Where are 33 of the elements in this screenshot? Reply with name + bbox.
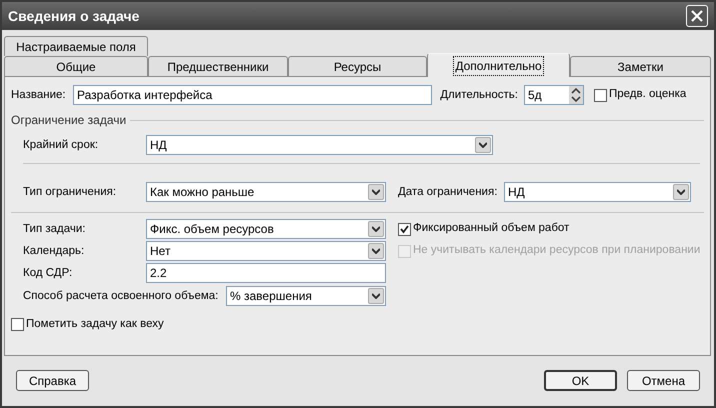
tab[interactable]: Дополнительно [427, 53, 570, 77]
tab[interactable]: Настраиваемые поля [4, 36, 148, 56]
checkbox-label: Предв. оценка [609, 87, 686, 102]
field-label: Название: [11, 88, 67, 103]
window-title: Сведения о задаче [8, 6, 140, 26]
group-title: Ограничение задачи [11, 112, 126, 129]
help-button[interactable]: Справка [16, 370, 89, 391]
input-field[interactable]: Разработка интерфейса [73, 85, 432, 105]
input-field[interactable]: 2.2 [146, 263, 386, 283]
field-label: Тип ограничения: [23, 185, 118, 200]
cancel-button[interactable]: Отмена [627, 370, 700, 391]
ok-button[interactable]: OK [544, 370, 617, 391]
dropdown[interactable]: Нет [146, 241, 386, 261]
checkbox-label: Фиксированный объем работ [413, 221, 570, 236]
field-label: Тип задачи: [23, 222, 86, 237]
dropdown[interactable]: НД [504, 182, 691, 202]
field-label: Крайний срок: [23, 138, 100, 153]
spin-field[interactable]: 5д [524, 85, 584, 105]
field-label: Способ расчета освоенного объема: [23, 289, 220, 304]
field-label: Календарь: [23, 244, 86, 259]
dropdown[interactable]: НД [146, 135, 493, 155]
tab[interactable]: Предшественники [148, 56, 288, 76]
field-label: Дата ограничения: [397, 185, 498, 200]
tab[interactable]: Общие [4, 56, 148, 76]
checkbox-label: Пометить задачу как веху [26, 317, 164, 332]
checkbox-label: Не учитывать календари ресурсов при планировании [413, 243, 700, 258]
dropdown[interactable]: Как можно раньше [146, 182, 386, 202]
dropdown[interactable]: Фикс. объем ресурсов [146, 219, 386, 239]
dropdown[interactable]: % завершения [226, 286, 386, 306]
tab[interactable]: Ресурсы [288, 56, 427, 76]
field-label: Длительность: [439, 88, 519, 103]
tab[interactable]: Заметки [570, 56, 711, 76]
field-label: Код СДР: [23, 266, 74, 281]
